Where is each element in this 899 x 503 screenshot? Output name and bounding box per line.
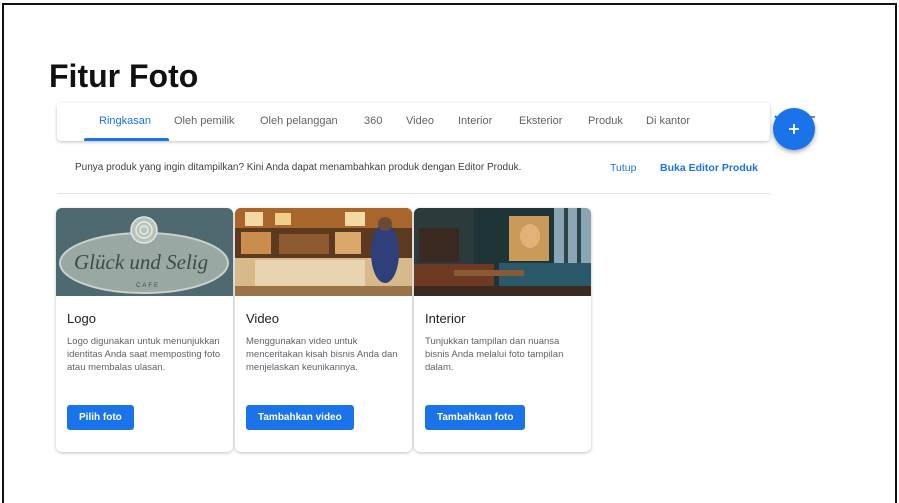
tab-ringkasan[interactable]: Ringkasan <box>99 115 151 127</box>
card-description: Tunjukkan tampilan dan nuansa bisnis And… <box>425 336 564 373</box>
card-title: Video <box>246 311 280 326</box>
open-product-editor-link[interactable]: Buka Editor Produk <box>660 162 758 174</box>
interior-preview-image <box>414 208 591 296</box>
card-title: Interior <box>425 311 466 326</box>
add-photo-card-button[interactable]: Tambahkan foto <box>425 405 526 430</box>
tab-oleh-pelanggan[interactable]: Oleh pelanggan <box>260 115 338 127</box>
card-description: Logo digunakan untuk menunjukkan identit… <box>67 336 221 373</box>
add-photo-button[interactable] <box>773 108 815 150</box>
video-card: Video Menggunakan video untuk menceritak… <box>235 208 412 452</box>
tab-interior[interactable]: Interior <box>458 115 492 127</box>
page-title: Fitur Foto <box>49 58 199 94</box>
close-notice-link[interactable]: Tutup <box>610 162 636 174</box>
product-editor-notice: Punya produk yang ingin ditampilkan? Kin… <box>75 162 522 173</box>
active-tab-indicator <box>84 138 169 141</box>
choose-photo-button[interactable]: Pilih foto <box>67 405 134 430</box>
logo-preview-image: Glück und Selig CAFE <box>56 208 233 296</box>
divider <box>57 193 770 194</box>
add-video-button[interactable]: Tambahkan video <box>246 405 354 430</box>
tab-produk[interactable]: Produk <box>588 115 623 127</box>
tab-eksterior[interactable]: Eksterior <box>519 115 562 127</box>
interior-card: Interior Tunjukkan tampilan dan nuansa b… <box>414 208 591 452</box>
card-description: Menggunakan video untuk menceritakan kis… <box>246 336 398 373</box>
logo-sub-lettering: CAFE <box>136 283 161 289</box>
video-preview-image <box>235 208 412 296</box>
tab-360[interactable]: 360 <box>364 115 382 127</box>
photo-tab-bar: Ringkasan Oleh pemilik Oleh pelanggan 36… <box>57 103 815 141</box>
card-title: Logo <box>67 311 96 326</box>
tab-di-kantor[interactable]: Di kantor <box>646 115 690 127</box>
logo-card: Glück und Selig CAFE Logo Logo digunakan… <box>56 208 233 452</box>
tab-oleh-pemilik[interactable]: Oleh pemilik <box>174 115 235 127</box>
tab-video[interactable]: Video <box>406 115 434 127</box>
logo-lettering: Glück und Selig <box>74 250 209 274</box>
